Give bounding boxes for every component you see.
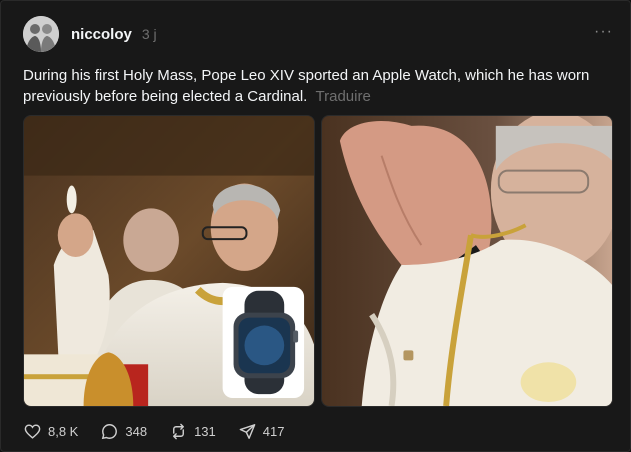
share-count: 417 bbox=[262, 423, 285, 439]
like-button[interactable]: 8,8 K bbox=[23, 422, 78, 441]
post-image-1[interactable] bbox=[23, 115, 315, 407]
mass-photo bbox=[24, 116, 314, 406]
repost-icon bbox=[173, 423, 185, 439]
more-options-icon[interactable]: ··· bbox=[594, 23, 613, 41]
send-icon bbox=[239, 423, 256, 439]
post-header: niccoloy 3 j ··· bbox=[23, 15, 613, 53]
comment-button[interactable]: 348 bbox=[100, 422, 147, 441]
repost-count: 131 bbox=[194, 423, 216, 439]
comment-icon bbox=[102, 423, 118, 439]
like-count: 8,8 K bbox=[48, 423, 79, 439]
caption-text: During his first Holy Mass, Pope Leo XIV… bbox=[23, 67, 590, 105]
post-image-2[interactable] bbox=[321, 115, 613, 407]
translate-link[interactable]: Traduire bbox=[316, 88, 371, 105]
username[interactable]: niccoloy bbox=[71, 26, 132, 43]
comment-count: 348 bbox=[125, 423, 148, 439]
share-button[interactable]: 417 bbox=[238, 422, 285, 441]
post-actions: 8,8 K 348 131 417 bbox=[23, 419, 306, 443]
avatar-image bbox=[23, 16, 59, 52]
repost-button[interactable]: 131 bbox=[169, 422, 216, 441]
thread-post: niccoloy 3 j ··· During his first Holy M… bbox=[0, 0, 631, 452]
post-caption: During his first Holy Mass, Pope Leo XIV… bbox=[23, 65, 608, 107]
heart-icon bbox=[24, 423, 41, 439]
avatar[interactable] bbox=[23, 16, 59, 52]
closeup-photo bbox=[322, 116, 612, 406]
post-timestamp: 3 j bbox=[141, 26, 157, 42]
